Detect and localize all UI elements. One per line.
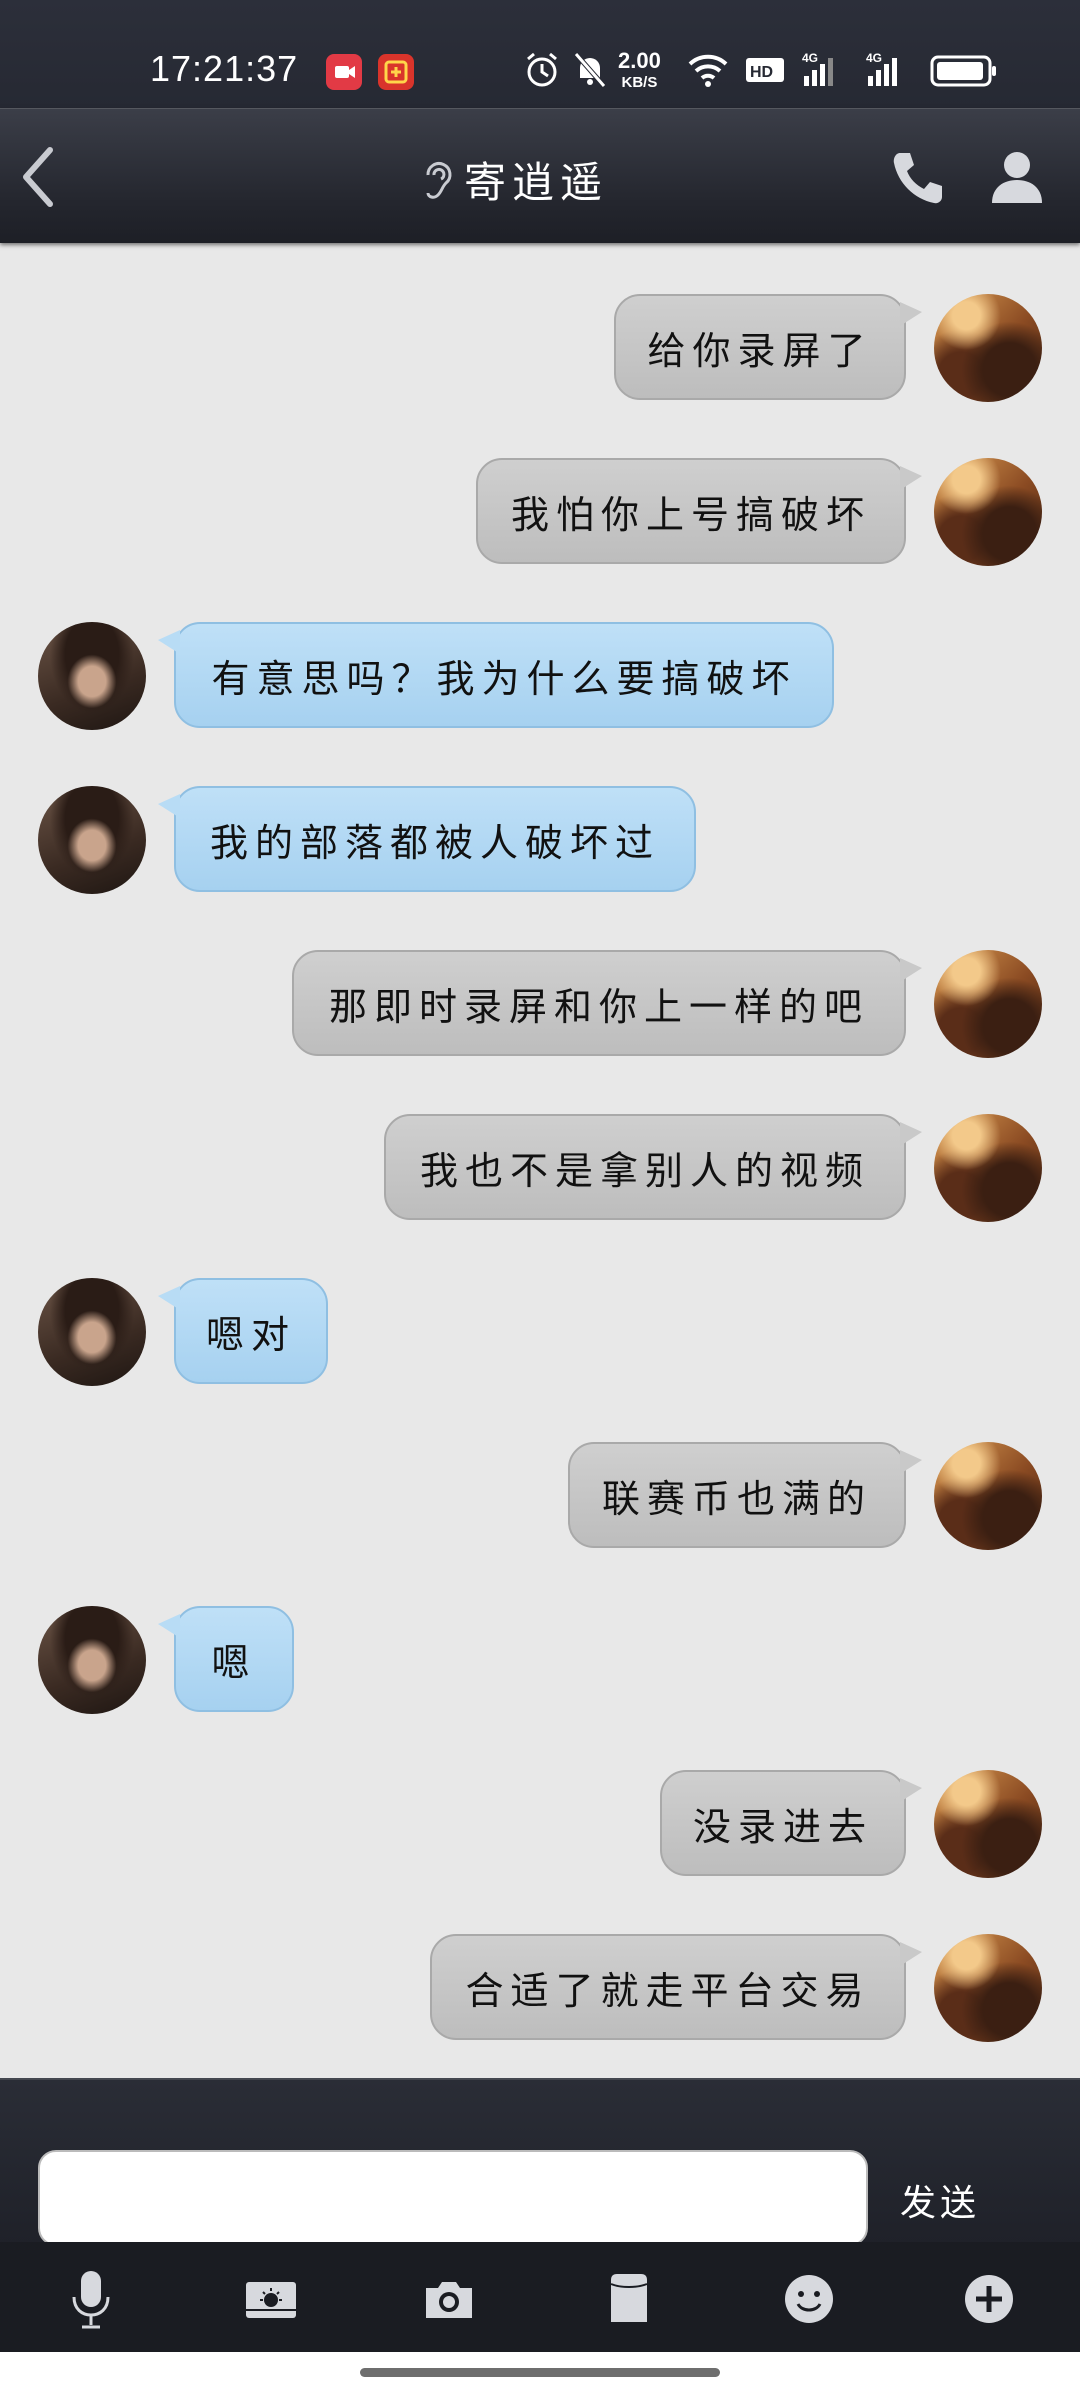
microphone-icon [72,2271,110,2329]
outgoing-message[interactable]: 那即时录屏和你上一样的吧 [292,950,922,1056]
self-avatar[interactable] [934,294,1042,402]
incoming-message[interactable]: 有意思吗？我为什么要搞破坏 [158,622,834,728]
self-avatar[interactable] [934,1770,1042,1878]
status-bar: 17:21:37 2.00 KB/S HD 4G 4G [0,0,1080,108]
camera-button[interactable] [414,2264,484,2334]
network-speed-unit: KB/S [621,74,658,91]
battery-icon [930,55,996,87]
chat-title: 寄逍遥 [464,157,609,207]
mute-bell-icon [574,52,606,88]
svg-text:4G: 4G [866,51,882,65]
incoming-message[interactable]: 我的部落都被人破坏过 [158,786,696,892]
compose-bar: 发送 [0,2078,1080,2246]
card-button[interactable] [594,2264,664,2334]
outgoing-message[interactable]: 我也不是拿别人的视频 [384,1114,922,1220]
screen-recorder-icon [326,54,362,90]
alarm-icon [527,52,557,87]
network-speed-value: 2.00 [618,48,661,73]
outgoing-message[interactable]: 联赛币也满的 [568,1442,922,1548]
contact-profile-button[interactable] [988,147,1046,205]
image-icon [246,2282,296,2318]
signal-4g-2-icon: 4G [866,51,897,86]
contact-avatar[interactable] [38,1278,146,1386]
chat-title-wrap: 寄逍遥 [420,149,608,209]
self-avatar[interactable] [934,1442,1042,1550]
self-avatar[interactable] [934,1114,1042,1222]
status-time: 17:21:37 [150,48,299,89]
plus-icon [965,2275,1013,2323]
card-icon [610,2274,648,2322]
chat-header: 寄逍遥 [0,108,1080,243]
message-input[interactable] [38,2150,868,2246]
outgoing-message[interactable]: 给你录屏了 [614,294,922,400]
app-notification-icon [378,54,414,90]
self-avatar[interactable] [934,458,1042,566]
outgoing-message[interactable]: 合适了就走平台交易 [430,1934,922,2040]
back-button[interactable] [16,144,60,210]
wifi-icon [688,54,728,87]
outgoing-message[interactable]: 我怕你上号搞破坏 [476,458,922,564]
camera-icon [426,2282,472,2318]
svg-text:HD: HD [750,64,773,81]
svg-text:4G: 4G [802,51,818,65]
emoji-button[interactable] [774,2264,844,2334]
voice-button[interactable] [56,2264,126,2334]
outgoing-message[interactable]: 没录进去 [660,1770,922,1876]
contact-avatar[interactable] [38,1606,146,1714]
signal-4g-1-icon: 4G [802,51,833,86]
contact-avatar[interactable] [38,622,146,730]
send-button[interactable]: 发送 [900,2174,980,2226]
incoming-message[interactable]: 嗯对 [158,1278,328,1384]
more-button[interactable] [954,2264,1024,2334]
phone-call-button[interactable] [890,149,946,207]
attachment-toolbar [0,2242,1080,2352]
network-speed: 2.00 KB/S [618,50,661,94]
hd-icon: HD [746,58,784,82]
ear-icon [426,162,452,199]
message-list[interactable]: 给你录屏了 我怕你上号搞破坏 有意思吗？我为什么要搞破坏 我的部落都被人破坏过 … [0,242,1080,2078]
self-avatar[interactable] [934,1934,1042,2042]
incoming-message[interactable]: 嗯 [158,1606,294,1712]
self-avatar[interactable] [934,950,1042,1058]
emoji-icon [785,2275,833,2323]
home-indicator[interactable] [360,2368,720,2377]
contact-avatar[interactable] [38,786,146,894]
navigation-bar [0,2352,1080,2400]
image-button[interactable] [236,2264,306,2334]
